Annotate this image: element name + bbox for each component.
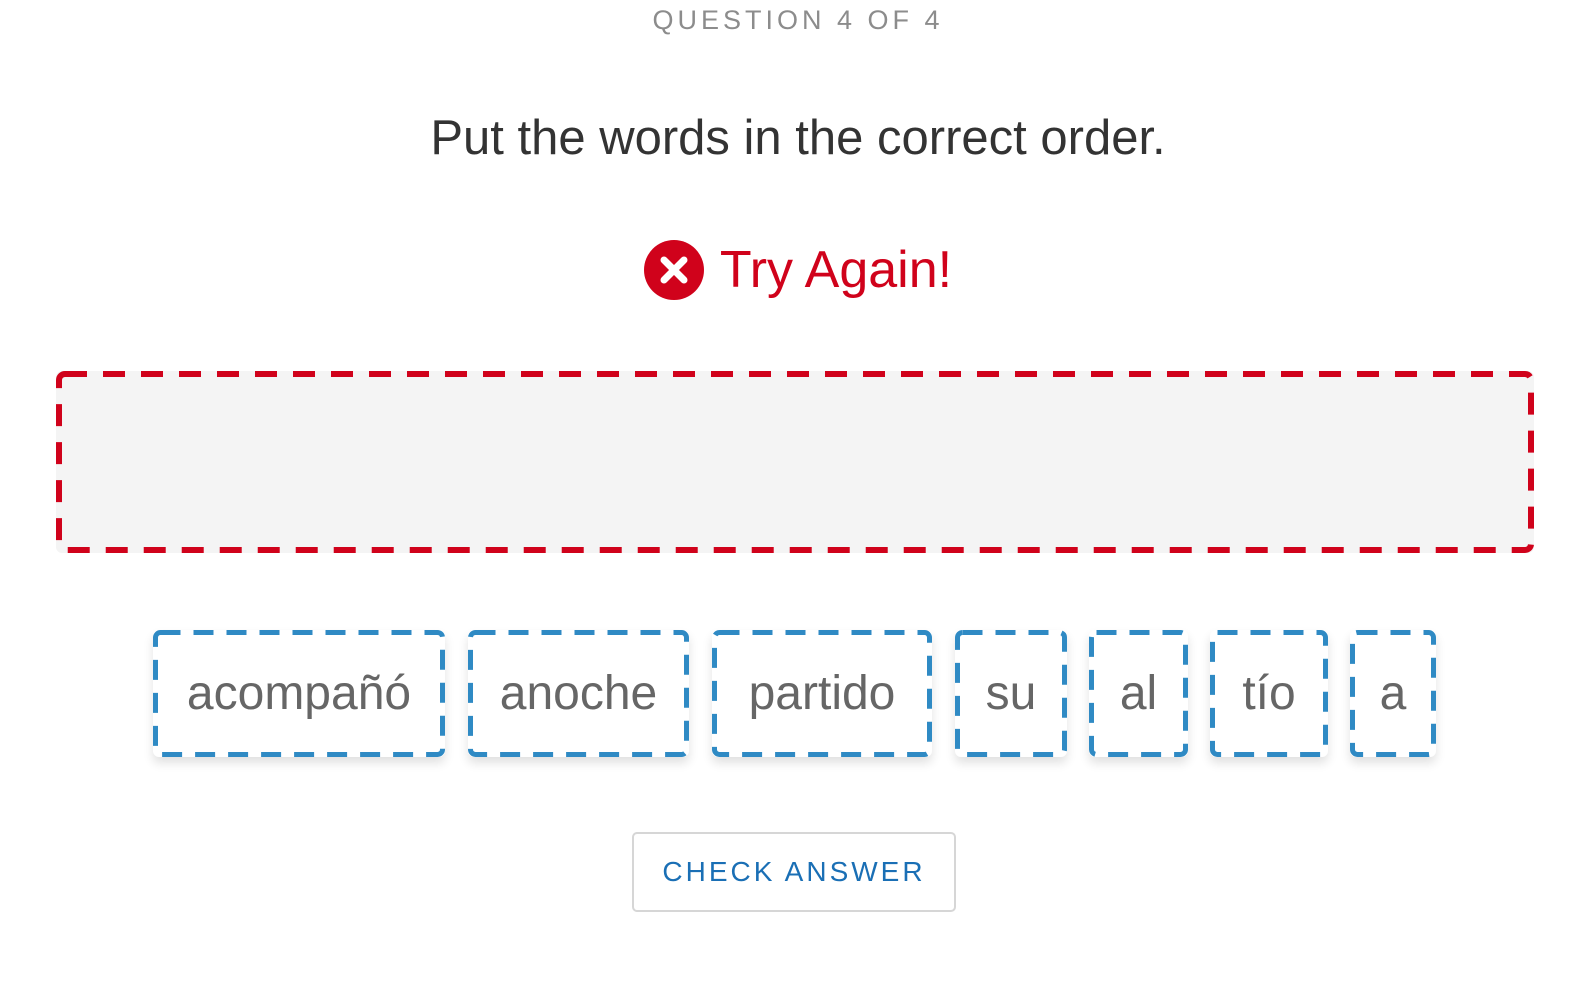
word-tile[interactable]: al — [1089, 630, 1188, 757]
error-x-circle-icon — [643, 240, 704, 300]
word-tile-label: acompañó — [186, 667, 412, 720]
question-prompt: Put the words in the correct order. — [430, 111, 1166, 165]
word-tile-label: a — [1379, 667, 1407, 720]
feedback-text: Try Again! — [719, 241, 953, 299]
word-tile[interactable]: anoche — [468, 630, 689, 757]
word-tile[interactable]: tío — [1210, 630, 1328, 757]
check-answer-button[interactable]: CHECK ANSWER — [632, 832, 956, 912]
word-tile[interactable]: acompañó — [153, 630, 445, 757]
word-tile[interactable]: a — [1350, 630, 1436, 757]
word-tile-label: partido — [748, 667, 896, 720]
word-tile-label: anoche — [499, 667, 658, 720]
feedback-message: Try Again! — [0, 240, 1596, 300]
word-tile[interactable]: partido — [712, 630, 932, 757]
answer-drop-zone[interactable] — [56, 371, 1534, 553]
question-progress: QUESTION 4 OF 4 — [652, 5, 944, 35]
word-tile-label: al — [1119, 667, 1158, 720]
word-tile[interactable]: su — [955, 630, 1067, 757]
word-tile-label: tío — [1242, 667, 1296, 720]
word-tile-label: su — [985, 667, 1037, 720]
word-bank: acompañó anoche partido su al tío a — [0, 630, 1596, 760]
